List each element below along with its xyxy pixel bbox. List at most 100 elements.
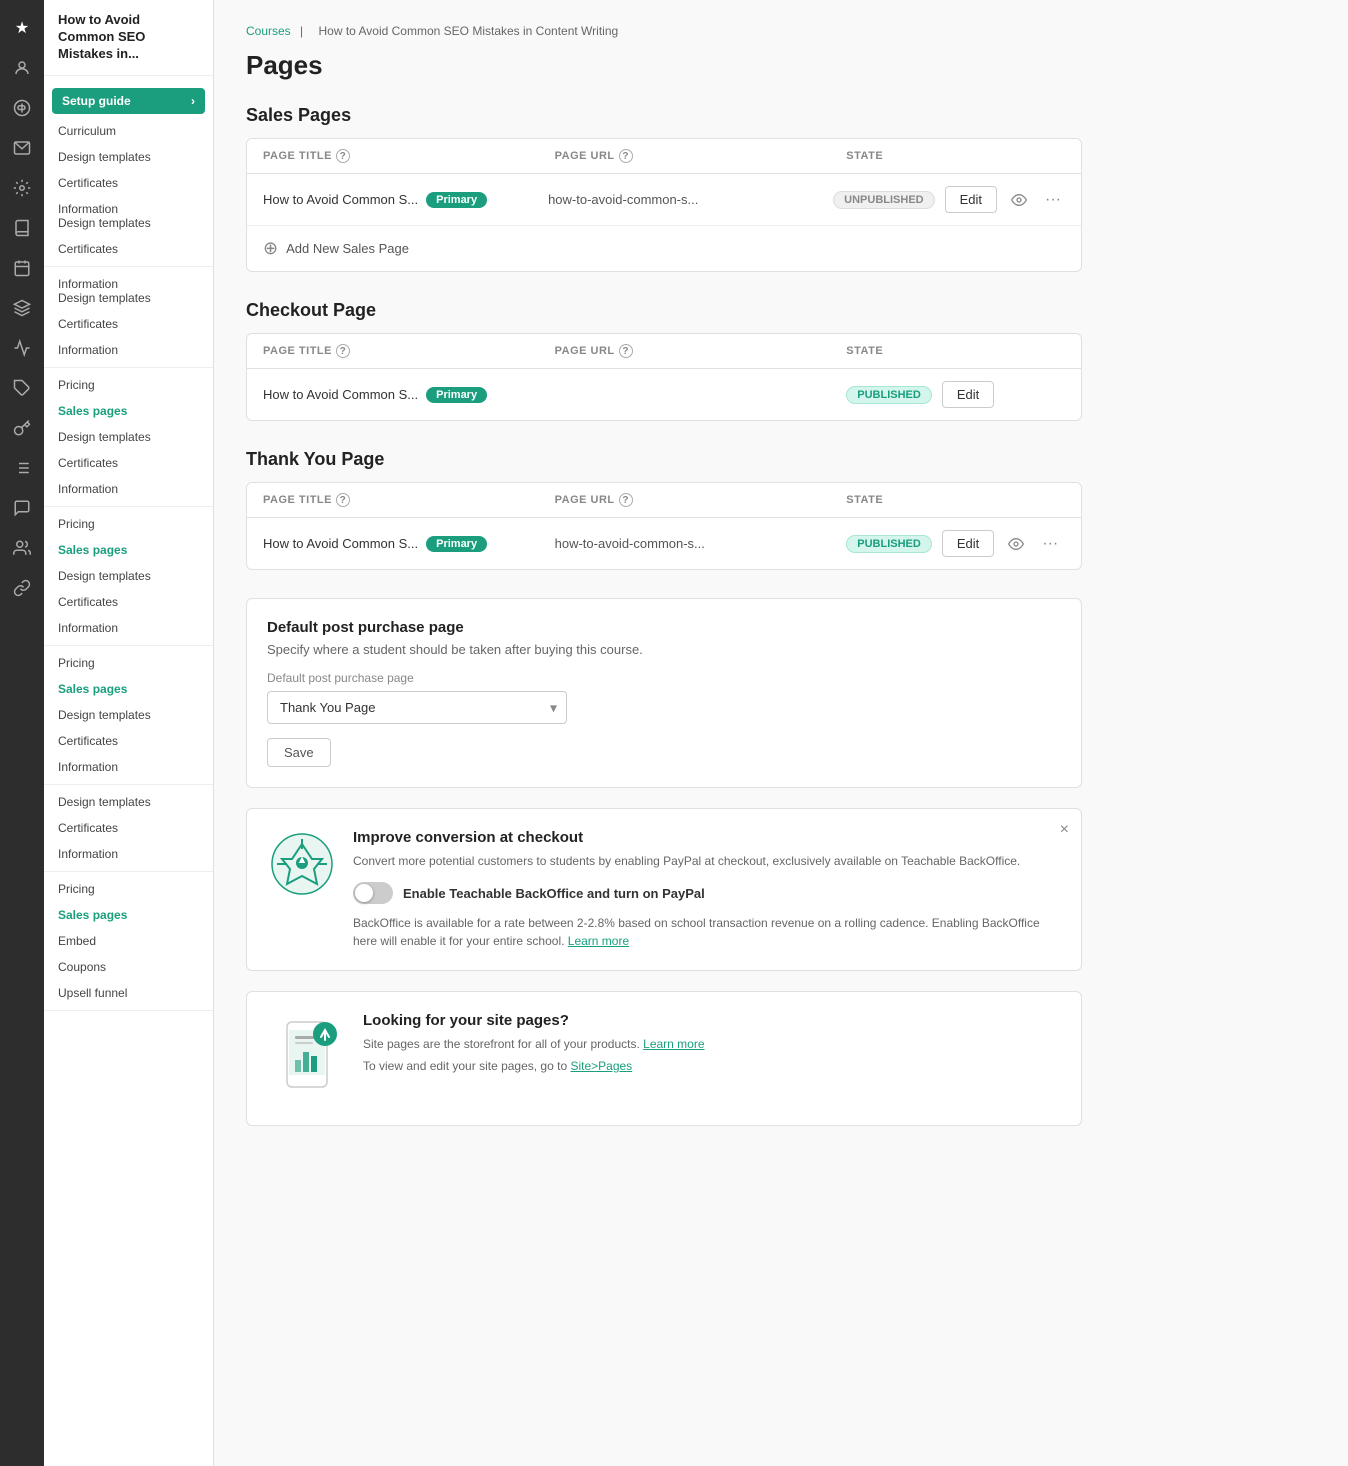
sidebar-item-sales3[interactable]: Sales pages <box>44 676 213 702</box>
nav-person-icon[interactable] <box>6 52 38 84</box>
sidebar-item-certs6[interactable]: Certificates <box>44 728 213 754</box>
thankyou-row-0: How to Avoid Common S... Primary how-to-… <box>247 518 1081 569</box>
thankyou-url-info-icon: ? <box>619 493 633 507</box>
sidebar-item-info4[interactable]: Information <box>44 754 213 780</box>
sidebar-item-sales1[interactable]: Sales pages <box>44 398 213 424</box>
sidebar-item-design3[interactable]: Design templates <box>44 563 213 589</box>
site-pages-illustration <box>267 1012 347 1105</box>
nav-tag-icon[interactable] <box>6 372 38 404</box>
site-pages-learn-more-link[interactable]: Learn more <box>643 1037 704 1051</box>
sidebar-item-info-design2[interactable]: InformationDesign templates <box>44 271 213 311</box>
sales-row-0-edit-btn[interactable]: Edit <box>945 186 997 213</box>
sales-row-0-badge: Primary <box>426 192 487 208</box>
sidebar-item-info1[interactable]: Information <box>44 337 213 363</box>
sidebar-item-upsell[interactable]: Upsell funnel <box>44 980 213 1006</box>
sidebar-section-6: Pricing Sales pages Embed Coupons Upsell… <box>44 872 213 1011</box>
breadcrumb: Courses | How to Avoid Common SEO Mistak… <box>246 24 1082 38</box>
sales-row-0-view-btn[interactable] <box>1007 188 1031 212</box>
learn-more-link[interactable]: Learn more <box>568 934 629 948</box>
sidebar-item-pricing2[interactable]: Pricing <box>44 511 213 537</box>
sidebar-item-certs2[interactable]: Certificates <box>44 236 213 262</box>
backoffice-toggle[interactable] <box>353 882 393 904</box>
nav-chat-icon[interactable] <box>6 492 38 524</box>
nav-star-icon[interactable]: ★ <box>6 12 38 44</box>
nav-book-icon[interactable] <box>6 212 38 244</box>
sidebar-item-certs4[interactable]: Certificates <box>44 450 213 476</box>
sales-row-0-more-btn[interactable]: ··· <box>1041 187 1065 213</box>
thankyou-header: PAGE TITLE ? PAGE URL ? STATE <box>247 483 1081 518</box>
default-post-select[interactable]: Thank You Page Curriculum Custom URL <box>267 691 567 724</box>
checkout-row-0: How to Avoid Common S... Primary PUBLISH… <box>247 369 1081 420</box>
checkout-row-0-edit-btn[interactable]: Edit <box>942 381 994 408</box>
nav-list-icon[interactable] <box>6 452 38 484</box>
thankyou-col-state: STATE <box>846 493 1065 507</box>
sidebar-item-design4[interactable]: Design templates <box>44 702 213 728</box>
thankyou-row-0-view-btn[interactable] <box>1004 532 1028 556</box>
sidebar-item-certs3[interactable]: Certificates <box>44 311 213 337</box>
sidebar-item-info-design1[interactable]: InformationDesign templates <box>44 196 213 236</box>
default-post-desc: Specify where a student should be taken … <box>267 642 1061 657</box>
sidebar-item-pricing3[interactable]: Pricing <box>44 650 213 676</box>
thankyou-row-0-more-btn[interactable]: ··· <box>1038 531 1062 557</box>
conversion-close-btn[interactable]: × <box>1060 821 1069 839</box>
nav-key-icon[interactable] <box>6 412 38 444</box>
sales-col-url: PAGE URL ? <box>555 149 847 163</box>
sidebar-section-0: Setup guide › Curriculum Design template… <box>44 76 213 267</box>
sidebar-item-certs1[interactable]: Certificates <box>44 170 213 196</box>
icon-bar: ★ <box>0 0 44 1466</box>
breadcrumb-courses-link[interactable]: Courses <box>246 24 291 38</box>
site-pages-link[interactable]: Site>Pages <box>570 1059 632 1073</box>
sales-row-0-title: How to Avoid Common S... Primary <box>263 192 548 208</box>
nav-layers-icon[interactable] <box>6 292 38 324</box>
setup-guide-item[interactable]: Setup guide › <box>52 88 205 114</box>
site-pages-desc1: Site pages are the storefront for all of… <box>363 1035 1061 1053</box>
main-content: Courses | How to Avoid Common SEO Mistak… <box>214 0 1348 1466</box>
sidebar-item-design2[interactable]: Design templates <box>44 424 213 450</box>
nav-calendar-icon[interactable] <box>6 252 38 284</box>
sidebar-item-certs5[interactable]: Certificates <box>44 589 213 615</box>
checkout-row-0-state: PUBLISHED Edit <box>846 381 1065 408</box>
nav-gear-icon[interactable] <box>6 172 38 204</box>
thankyou-row-0-edit-btn[interactable]: Edit <box>942 530 994 557</box>
sales-col-state: STATE <box>846 149 1065 163</box>
checkout-col-title: PAGE TITLE ? <box>263 344 555 358</box>
sales-row-0-state: UNPUBLISHED Edit ··· <box>833 186 1065 213</box>
nav-link-icon[interactable] <box>6 572 38 604</box>
thank-you-page-title: Thank You Page <box>246 449 1082 470</box>
checkout-row-0-badge: Primary <box>426 387 487 403</box>
nav-users-icon[interactable] <box>6 532 38 564</box>
sales-row-0-url: how-to-avoid-common-s... <box>548 192 833 207</box>
nav-mail-icon[interactable] <box>6 132 38 164</box>
page-title: Pages <box>246 50 1082 81</box>
sidebar-item-info3[interactable]: Information <box>44 615 213 641</box>
conversion-title: Improve conversion at checkout <box>353 829 1061 846</box>
sidebar-item-sales2[interactable]: Sales pages <box>44 537 213 563</box>
sidebar-item-info5[interactable]: Information <box>44 841 213 867</box>
nav-dollar-icon[interactable] <box>6 92 38 124</box>
add-sales-page-btn[interactable]: ⊕ Add New Sales Page <box>247 226 1081 271</box>
sidebar-item-design1[interactable]: Design templates <box>44 144 213 170</box>
sidebar-item-certs7[interactable]: Certificates <box>44 815 213 841</box>
sidebar-section-1: InformationDesign templates Certificates… <box>44 267 213 368</box>
default-post-select-wrapper: Thank You Page Curriculum Custom URL ▾ <box>267 691 567 724</box>
sidebar-item-pricing1[interactable]: Pricing <box>44 372 213 398</box>
sidebar-item-design5[interactable]: Design templates <box>44 789 213 815</box>
sidebar-item-sales4[interactable]: Sales pages <box>44 902 213 928</box>
conversion-content: Improve conversion at checkout Convert m… <box>353 829 1061 950</box>
breadcrumb-course-name: How to Avoid Common SEO Mistakes in Cont… <box>318 24 618 38</box>
sidebar-item-coupons[interactable]: Coupons <box>44 954 213 980</box>
sales-col-title: PAGE TITLE ? <box>263 149 555 163</box>
sidebar-section-3: Pricing Sales pages Design templates Cer… <box>44 507 213 646</box>
sidebar-item-info2[interactable]: Information <box>44 476 213 502</box>
nav-chart-icon[interactable] <box>6 332 38 364</box>
thankyou-row-0-url: how-to-avoid-common-s... <box>555 536 847 551</box>
thank-you-page-card: PAGE TITLE ? PAGE URL ? STATE How to Avo… <box>246 482 1082 570</box>
default-post-select-label: Default post purchase page <box>267 671 1061 685</box>
sidebar-item-embed[interactable]: Embed <box>44 928 213 954</box>
sidebar-item-pricing4[interactable]: Pricing <box>44 876 213 902</box>
sidebar-item-curriculum[interactable]: Curriculum <box>44 118 213 144</box>
checkout-url-info-icon: ? <box>619 344 633 358</box>
site-pages-title: Looking for your site pages? <box>363 1012 1061 1029</box>
save-button[interactable]: Save <box>267 738 331 767</box>
sidebar-section-4: Pricing Sales pages Design templates Cer… <box>44 646 213 785</box>
